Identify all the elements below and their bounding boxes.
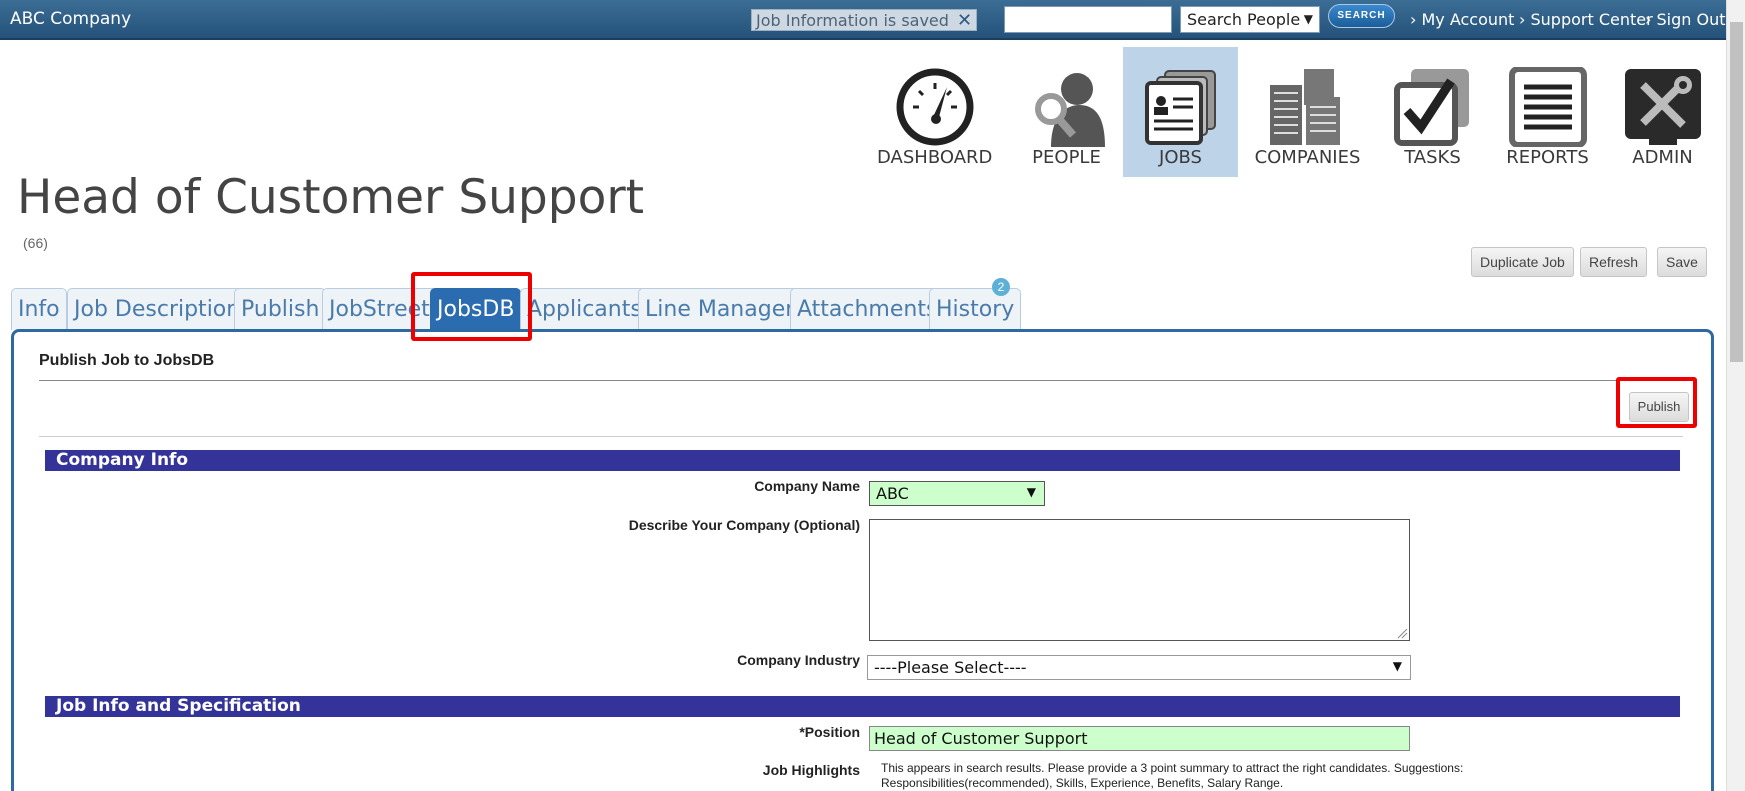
nav-dashboard-label: DASHBOARD — [877, 147, 993, 168]
saved-notification: Job Information is saved ✕ — [751, 9, 978, 31]
admin-icon — [1625, 69, 1701, 145]
describe-company-label: Describe Your Company (Optional) — [628, 517, 860, 533]
tab-history[interactable]: History — [929, 288, 1022, 330]
tab-line-manager[interactable]: Line Manager — [638, 288, 802, 330]
tab-job-description[interactable]: Job Description — [67, 288, 248, 330]
nav-jobs[interactable]: JOBS — [1123, 47, 1238, 177]
tab-publish[interactable]: Publish — [234, 288, 327, 330]
my-account-link[interactable]: My Account — [1410, 10, 1514, 29]
nav-reports[interactable]: REPORTS — [1490, 47, 1605, 177]
nav-admin[interactable]: ADMIN — [1605, 47, 1720, 177]
position-label: *Position — [799, 724, 860, 740]
section-company-info: Company Info — [45, 450, 1680, 471]
divider — [39, 380, 1683, 381]
job-id: (66) — [23, 235, 48, 251]
page-title: Head of Customer Support — [17, 170, 645, 225]
support-center-link[interactable]: Support Center — [1519, 10, 1652, 29]
company-name-select[interactable]: ABC ▼ — [869, 481, 1045, 506]
reports-icon — [1509, 67, 1587, 147]
people-icon — [1035, 73, 1105, 147]
history-count-badge: 2 — [992, 278, 1010, 296]
dashboard-icon — [896, 68, 974, 146]
close-icon[interactable]: ✕ — [957, 10, 972, 31]
scrollbar[interactable] — [1726, 0, 1745, 791]
describe-company-textarea[interactable] — [869, 519, 1410, 641]
company-name-label: Company Name — [754, 478, 860, 494]
job-highlights-help: This appears in search results. Please p… — [881, 761, 1464, 790]
nav-people[interactable]: PEOPLE — [1009, 47, 1124, 177]
nav-companies-label: COMPANIES — [1254, 147, 1361, 168]
publish-panel — [11, 329, 1714, 791]
duplicate-job-button[interactable]: Duplicate Job — [1471, 247, 1574, 277]
nav-companies[interactable]: COMPANIES — [1250, 47, 1365, 177]
resize-grip-icon[interactable] — [1396, 627, 1408, 639]
divider — [39, 436, 1683, 437]
nav-people-label: PEOPLE — [1032, 147, 1101, 168]
nav-admin-label: ADMIN — [1632, 147, 1693, 168]
panel-title: Publish Job to JobsDB — [39, 352, 215, 369]
saved-notification-text: Job Information is saved — [756, 10, 949, 30]
search-scope-value: Search People — [1187, 10, 1301, 29]
chevron-down-icon: ▼ — [1392, 659, 1402, 673]
search-button[interactable]: SEARCH — [1328, 4, 1395, 28]
tab-attachments[interactable]: Attachments — [790, 288, 945, 330]
highlight-box-publish — [1616, 377, 1697, 428]
company-industry-select[interactable]: ----Please Select---- ▼ — [867, 655, 1411, 680]
chevron-down-icon: ▼ — [1303, 12, 1313, 26]
sign-out-link[interactable]: Sign Out — [1645, 10, 1725, 29]
nav-dashboard[interactable]: DASHBOARD — [877, 47, 992, 177]
company-name: ABC Company — [10, 9, 132, 29]
companies-icon — [1270, 69, 1340, 145]
top-bar: ABC Company Job Information is saved ✕ S… — [0, 0, 1726, 40]
tab-info[interactable]: Info — [11, 288, 67, 330]
nav-tasks[interactable]: TASKS — [1375, 47, 1490, 177]
tab-applicants[interactable]: Applicants — [520, 288, 649, 330]
section-job-info: Job Info and Specification — [45, 696, 1680, 717]
nav-reports-label: REPORTS — [1506, 147, 1589, 168]
company-industry-label: Company Industry — [737, 652, 860, 668]
position-input[interactable] — [869, 726, 1410, 751]
search-input[interactable] — [1004, 6, 1172, 33]
nav-tasks-label: TASKS — [1404, 147, 1461, 168]
scrollbar-thumb[interactable] — [1730, 22, 1743, 362]
company-industry-value: ----Please Select---- — [874, 658, 1027, 677]
tasks-icon — [1394, 69, 1469, 146]
highlight-box-tab — [411, 272, 532, 341]
nav-jobs-label: JOBS — [1159, 147, 1202, 168]
refresh-button[interactable]: Refresh — [1580, 247, 1648, 277]
save-button[interactable]: Save — [1657, 247, 1707, 277]
job-highlights-label: Job Highlights — [762, 762, 860, 778]
chevron-down-icon: ▼ — [1026, 485, 1036, 499]
jobs-icon — [1145, 70, 1216, 145]
company-name-value: ABC — [876, 484, 909, 503]
search-scope-select[interactable]: Search People ▼ — [1180, 6, 1320, 33]
